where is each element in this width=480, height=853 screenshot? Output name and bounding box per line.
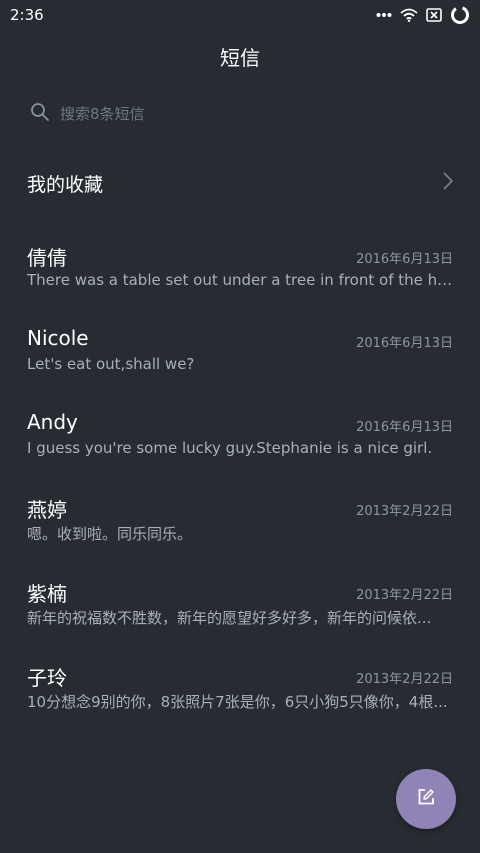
status-time: 2:36 bbox=[10, 6, 44, 24]
compose-button[interactable] bbox=[396, 769, 456, 829]
conversation-preview: 10分想念9别的你，8张照片7张是你，6只小狗5只像你，4根... bbox=[27, 693, 448, 711]
conversation-preview: There was a table set out under a tree i… bbox=[27, 271, 453, 289]
no-sim-icon bbox=[426, 8, 442, 22]
conversation-item[interactable]: 燕婷 2013年2月22日 嗯。收到啦。同乐同乐。 bbox=[0, 488, 480, 572]
favorites-label: 我的收藏 bbox=[27, 173, 104, 196]
conversation-name: Andy bbox=[27, 410, 78, 434]
conversation-name: 紫楠 bbox=[27, 582, 67, 606]
conversation-name: 燕婷 bbox=[27, 498, 67, 522]
conversation-list: 倩倩 2016年6月13日 There was a table set out … bbox=[0, 236, 480, 740]
conversation-name: Nicole bbox=[27, 326, 89, 350]
favorites-row[interactable]: 我的收藏 bbox=[0, 160, 480, 206]
conversation-preview: 新年的祝福数不胜数，新年的愿望好多好多，新年的问候依... bbox=[27, 609, 432, 627]
conversation-item[interactable]: Nicole 2016年6月13日 Let's eat out,shall we… bbox=[0, 320, 480, 404]
conversation-date: 2016年6月13日 bbox=[356, 336, 453, 351]
status-bar: 2:36 bbox=[0, 0, 480, 30]
search-bar[interactable] bbox=[30, 100, 450, 128]
conversation-item[interactable]: 紫楠 2013年2月22日 新年的祝福数不胜数，新年的愿望好多好多，新年的问候依… bbox=[0, 572, 480, 656]
conversation-item[interactable]: Andy 2016年6月13日 I guess you're some luck… bbox=[0, 404, 480, 488]
compose-icon bbox=[416, 787, 436, 811]
conversation-preview: Let's eat out,shall we? bbox=[27, 355, 195, 373]
conversation-name: 倩倩 bbox=[27, 246, 67, 270]
search-icon bbox=[30, 102, 50, 126]
conversation-item[interactable]: 倩倩 2016年6月13日 There was a table set out … bbox=[0, 236, 480, 320]
conversation-date: 2013年2月22日 bbox=[356, 504, 453, 519]
page-title: 短信 bbox=[220, 46, 260, 70]
conversation-date: 2013年2月22日 bbox=[356, 672, 453, 687]
more-dots-icon bbox=[376, 12, 392, 18]
battery-ring-icon bbox=[450, 5, 470, 25]
status-icons bbox=[376, 5, 470, 25]
conversation-date: 2016年6月13日 bbox=[356, 252, 453, 267]
conversation-preview: I guess you're some lucky guy.Stephanie … bbox=[27, 439, 433, 457]
conversation-name: 子玲 bbox=[27, 666, 67, 690]
conversation-date: 2016年6月13日 bbox=[356, 420, 453, 435]
chevron-right-icon bbox=[442, 171, 454, 195]
wifi-icon bbox=[400, 8, 418, 22]
search-input[interactable] bbox=[60, 105, 420, 123]
conversation-item[interactable]: 子玲 2013年2月22日 10分想念9别的你，8张照片7张是你，6只小狗5只像… bbox=[0, 656, 480, 740]
conversation-preview: 嗯。收到啦。同乐同乐。 bbox=[27, 525, 193, 543]
conversation-date: 2013年2月22日 bbox=[356, 588, 453, 603]
